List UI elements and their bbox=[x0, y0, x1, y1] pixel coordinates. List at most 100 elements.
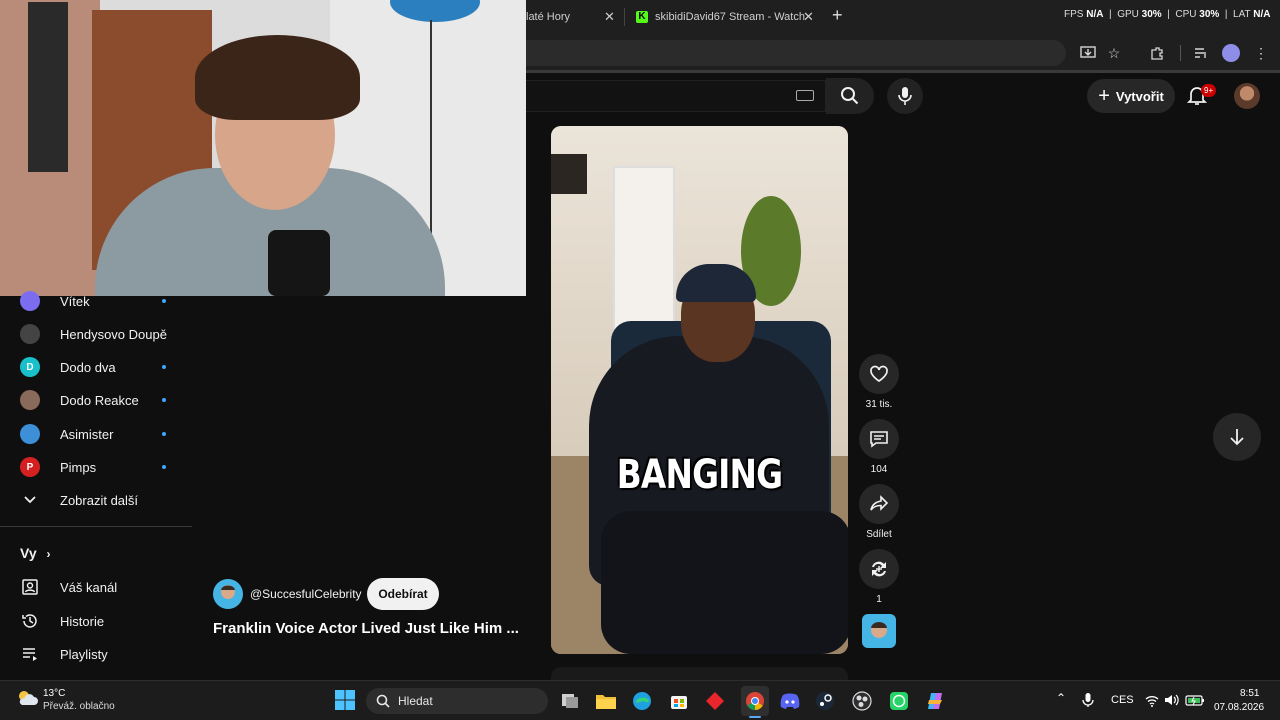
you-section-header[interactable]: Vy › bbox=[20, 545, 51, 561]
chevron-down-icon bbox=[20, 490, 40, 510]
share-icon bbox=[870, 495, 889, 511]
sidebar-item-vitek[interactable]: Vítek bbox=[0, 284, 192, 318]
tab-1-close-icon[interactable]: ✕ bbox=[604, 9, 615, 25]
short-title[interactable]: Franklin Voice Actor Lived Just Like Him… bbox=[213, 620, 519, 637]
show-more-button[interactable]: Zobrazit další bbox=[0, 483, 192, 517]
performance-overlay: FPS N/A | GPU 30% | CPU 30% | LAT N/A bbox=[1064, 9, 1271, 20]
search-icon bbox=[841, 87, 859, 105]
sidebar-item-label: Dodo dva bbox=[60, 359, 116, 375]
sidebar-item-pimps[interactable]: P Pimps bbox=[0, 450, 192, 484]
chevron-up-icon[interactable]: ⌃ bbox=[1056, 691, 1066, 705]
edge-icon[interactable] bbox=[629, 688, 655, 714]
search-input[interactable] bbox=[526, 80, 826, 112]
new-content-dot bbox=[162, 432, 166, 436]
tab-2[interactable]: K skibidiDavid67 Stream - Watch bbox=[636, 6, 805, 28]
sidebar-item-asimister[interactable]: Asimister bbox=[0, 417, 192, 451]
new-content-dot bbox=[162, 398, 166, 402]
search-button[interactable] bbox=[826, 78, 874, 114]
sidebar-item-label: Hendysovo Doupě bbox=[60, 326, 167, 342]
heart-icon bbox=[870, 365, 888, 383]
taskbar-active-indicator bbox=[749, 716, 761, 718]
like-button[interactable] bbox=[859, 354, 899, 394]
task-view-icon[interactable] bbox=[557, 688, 583, 714]
weather-description[interactable]: Převáž. oblačno bbox=[43, 701, 115, 712]
media-controls-icon[interactable] bbox=[1190, 42, 1212, 64]
channel-avatar bbox=[20, 291, 40, 311]
like-count: 31 tis. bbox=[865, 399, 893, 410]
weather-temperature[interactable]: 13°C bbox=[43, 688, 65, 699]
short-video-player[interactable]: BANGING bbox=[551, 126, 848, 654]
sidebar-item-label: Asimister bbox=[60, 426, 114, 442]
taskbar-search[interactable]: Hledat bbox=[366, 688, 548, 714]
clock-time[interactable]: 8:51 bbox=[1240, 688, 1259, 699]
channel-handle[interactable]: @SuccesfulCelebrity bbox=[250, 587, 362, 601]
profile-avatar[interactable] bbox=[1222, 44, 1240, 62]
voice-search-button[interactable] bbox=[887, 78, 923, 114]
red-diamond-app-icon[interactable] bbox=[702, 688, 728, 714]
bookmark-star-icon[interactable]: ☆ bbox=[1103, 42, 1125, 64]
wifi-icon[interactable] bbox=[1145, 694, 1159, 712]
store-icon[interactable] bbox=[666, 688, 692, 714]
obs-icon[interactable] bbox=[849, 688, 875, 714]
video-frame-legs bbox=[601, 511, 848, 654]
battery-charging-icon[interactable] bbox=[1185, 693, 1205, 712]
microphone-icon[interactable] bbox=[1082, 692, 1094, 713]
volume-icon[interactable] bbox=[1164, 693, 1180, 712]
tab-2-title: skibidiDavid67 Stream - Watch bbox=[655, 11, 805, 23]
clock-date[interactable]: 07.08.2026 bbox=[1214, 702, 1264, 713]
tab-1[interactable]: laté Hory bbox=[526, 6, 570, 28]
omnibox[interactable] bbox=[526, 40, 1066, 66]
tab-2-close-icon[interactable]: ✕ bbox=[803, 9, 814, 25]
sidebar-item-hendysovo-doupe[interactable]: Hendysovo Doupě bbox=[0, 317, 192, 351]
tab-divider bbox=[624, 8, 625, 26]
account-avatar[interactable] bbox=[1234, 83, 1260, 109]
extensions-icon[interactable] bbox=[1146, 42, 1168, 64]
comment-icon bbox=[870, 431, 888, 448]
playlist-icon bbox=[20, 644, 40, 664]
tab-1-title: laté Hory bbox=[526, 11, 571, 23]
sidebar-item-history[interactable]: Historie bbox=[0, 604, 192, 638]
remix-icon bbox=[872, 561, 886, 577]
notification-badge: 9+ bbox=[1201, 84, 1217, 97]
steam-icon[interactable] bbox=[812, 688, 838, 714]
kick-favicon-icon: K bbox=[636, 11, 648, 23]
sidebar-item-dodo-reakce[interactable]: Dodo Reakce bbox=[0, 383, 192, 417]
install-app-icon[interactable] bbox=[1077, 42, 1099, 64]
whatsapp-icon[interactable] bbox=[886, 688, 912, 714]
comments-button[interactable] bbox=[859, 419, 899, 459]
sidebar-item-playlists[interactable]: Playlisty bbox=[0, 637, 192, 671]
chrome-icon[interactable] bbox=[742, 688, 768, 714]
toolbar-divider bbox=[1180, 45, 1181, 61]
file-explorer-icon[interactable] bbox=[593, 688, 619, 714]
channel-avatar: P bbox=[20, 457, 40, 477]
language-indicator[interactable]: CES bbox=[1111, 694, 1134, 706]
new-content-dot bbox=[162, 299, 166, 303]
copilot-icon[interactable] bbox=[922, 688, 948, 714]
microphone-icon bbox=[898, 87, 912, 105]
create-button[interactable]: + Vytvořit bbox=[1087, 79, 1175, 113]
sidebar-item-label: Vítek bbox=[60, 293, 90, 309]
channel-avatar: D bbox=[20, 357, 40, 377]
history-icon bbox=[20, 611, 40, 631]
toolbar-bottom-border bbox=[526, 70, 1280, 73]
channel-avatar bbox=[20, 390, 40, 410]
subscribe-button[interactable]: Odebírat bbox=[367, 578, 439, 610]
discord-icon[interactable] bbox=[777, 688, 803, 714]
taskbar-search-placeholder: Hledat bbox=[398, 694, 433, 708]
channel-icon bbox=[20, 577, 40, 597]
sidebar-item-dodo-dva[interactable]: D Dodo dva bbox=[0, 350, 192, 384]
sound-thumbnail[interactable] bbox=[862, 614, 896, 648]
keyboard-icon[interactable] bbox=[796, 90, 814, 101]
arrow-down-icon bbox=[1230, 429, 1244, 446]
new-tab-icon[interactable]: + bbox=[832, 5, 843, 26]
webcam-person-hair bbox=[195, 35, 360, 120]
windows-start-icon[interactable] bbox=[334, 689, 356, 711]
sidebar-item-your-channel[interactable]: Váš kanál bbox=[0, 570, 192, 604]
next-video-button[interactable] bbox=[1213, 413, 1261, 461]
share-button[interactable] bbox=[859, 484, 899, 524]
weather-cloud-icon[interactable] bbox=[16, 689, 38, 707]
channel-avatar[interactable] bbox=[213, 579, 243, 609]
comment-count: 104 bbox=[870, 464, 888, 475]
chrome-menu-icon[interactable]: ⋮ bbox=[1250, 42, 1272, 64]
remix-button[interactable] bbox=[859, 549, 899, 589]
